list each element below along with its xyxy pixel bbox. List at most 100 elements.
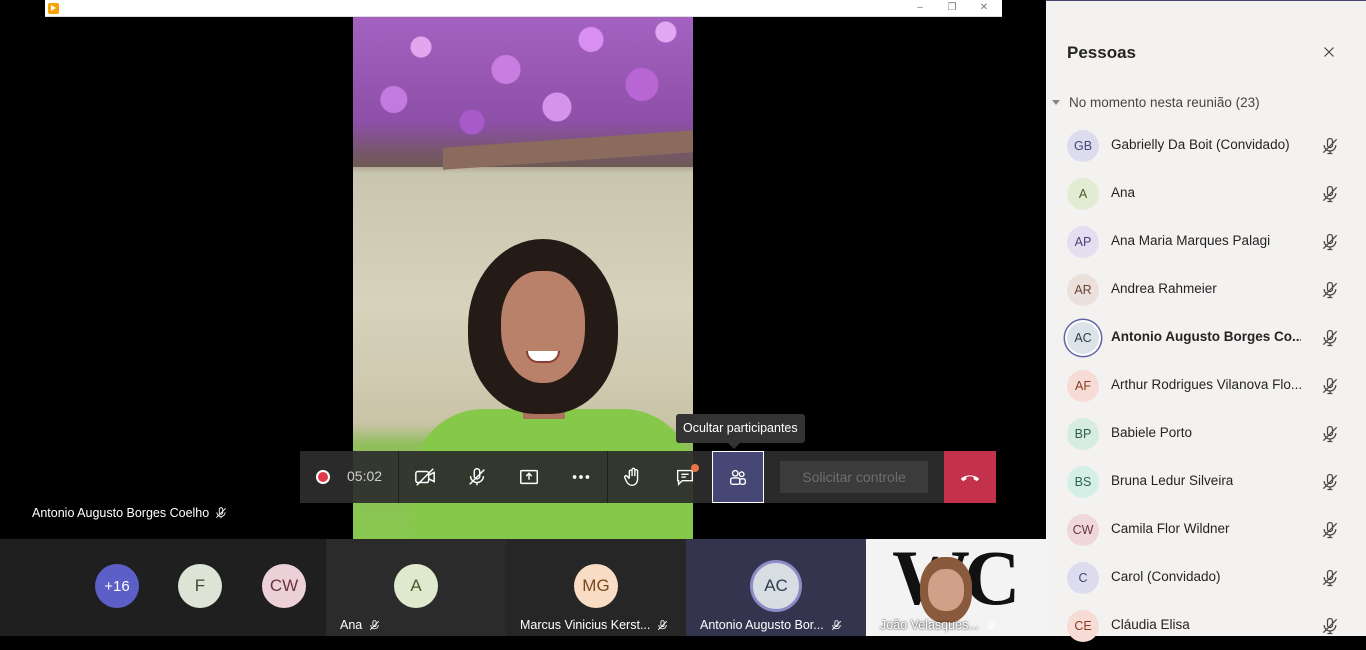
meeting-timer: 05:02 [347, 468, 383, 484]
mic-off-icon [986, 619, 996, 630]
participant-avatar[interactable]: F [178, 564, 222, 608]
hang-up-icon [960, 475, 980, 482]
mic-off-icon[interactable] [1320, 520, 1340, 540]
participant-avatar: AC [750, 560, 802, 612]
participant-name: Arthur Rodrigues Vilanova Flo... [1111, 377, 1301, 392]
more-actions-button[interactable] [555, 451, 607, 503]
mic-off-icon [831, 619, 841, 630]
tooltip: Ocultar participantes [676, 414, 805, 449]
share-screen-button[interactable] [503, 451, 555, 503]
chat-button[interactable] [659, 451, 711, 503]
meeting-stage: – ❐ ✕ Ocultar participantes 05:02 Solici… [0, 0, 1046, 636]
people-panel: Pessoas No momento nesta reunião (23) GB… [1046, 0, 1366, 642]
mic-off-icon[interactable] [1320, 616, 1340, 636]
participant-row[interactable]: A Ana [1046, 170, 1366, 218]
more-icon [572, 475, 590, 479]
mic-off-icon[interactable] [1320, 472, 1340, 492]
mic-off-icon[interactable] [1320, 136, 1340, 156]
show-participants-button[interactable] [712, 451, 764, 503]
close-window-button[interactable]: ✕ [971, 1, 997, 15]
meeting-toolbar: 05:02 Solicitar controle [300, 451, 996, 503]
participant-row[interactable]: CE Cláudia Elisa [1046, 602, 1366, 650]
participant-row[interactable]: AP Ana Maria Marques Palagi [1046, 218, 1366, 266]
participant-avatar: A [394, 564, 438, 608]
mic-off-icon [658, 619, 668, 630]
avatar: BS [1067, 466, 1099, 498]
main-participant-label: Antonio Augusto Borges Coelho [32, 506, 228, 520]
participant-name: Gabrielly Da Boit (Convidado) [1111, 137, 1290, 152]
participant-name: Carol (Convidado) [1111, 569, 1221, 584]
raise-hand-icon [624, 467, 639, 486]
mic-off-icon [469, 468, 485, 486]
avatar: AR [1067, 274, 1099, 306]
participant-row[interactable]: GB Gabrielly Da Boit (Convidado) [1046, 122, 1366, 170]
avatar: CW [1067, 514, 1099, 546]
participant-name: Antonio Augusto Bor... [700, 618, 824, 632]
section-header[interactable]: No momento nesta reunião (23) [1052, 95, 1260, 110]
participant-name: Ana [1111, 185, 1136, 200]
mic-off-icon [370, 619, 380, 630]
participant-video-person [920, 557, 972, 623]
mic-off-icon[interactable] [1320, 280, 1340, 300]
mic-off-icon[interactable] [1320, 184, 1340, 204]
request-control-button[interactable]: Solicitar controle [780, 461, 928, 493]
overflow-participants-button[interactable]: +16 [95, 564, 139, 608]
camera-toggle-button[interactable] [399, 451, 451, 503]
participant-name: Babiele Porto [1111, 425, 1193, 440]
participant-row[interactable]: AC Antonio Augusto Borges Co... [1046, 314, 1366, 362]
record-icon [316, 470, 330, 484]
mic-off-icon[interactable] [1320, 376, 1340, 396]
participant-row[interactable]: BS Bruna Ledur Silveira [1046, 458, 1366, 506]
camera-off-icon [415, 468, 435, 486]
participant-name: Cláudia Elisa [1111, 617, 1190, 632]
avatar: AP [1067, 226, 1099, 258]
participant-strip: +16 F CW A Ana MG Marcus Vinicius Kerst.… [0, 539, 1046, 636]
mic-toggle-button[interactable] [451, 451, 503, 503]
participant-name: Camila Flor Wildner [1111, 521, 1230, 536]
participant-name: Antonio Augusto Borges Co... [1111, 329, 1301, 344]
panel-title: Pessoas [1067, 43, 1136, 62]
participant-name: Andrea Rahmeier [1111, 281, 1217, 296]
participant-row[interactable]: AF Arthur Rodrigues Vilanova Flo... [1046, 362, 1366, 410]
participant-tile-label: Antonio Augusto Bor... [700, 618, 843, 632]
participant-row[interactable]: BP Babiele Porto [1046, 410, 1366, 458]
app-icon [48, 3, 59, 14]
mic-off-icon[interactable] [1320, 328, 1340, 348]
mic-off-icon[interactable] [1320, 424, 1340, 444]
avatar: AF [1067, 370, 1099, 402]
hang-up-button[interactable] [944, 451, 996, 503]
main-participant-name: Antonio Augusto Borges Coelho [32, 506, 210, 520]
mic-off-icon[interactable] [1320, 568, 1340, 588]
avatar: AC [1067, 322, 1099, 354]
participant-row[interactable]: C Carol (Convidado) [1046, 554, 1366, 602]
participant-tile[interactable]: AC Antonio Augusto Bor... [686, 539, 866, 636]
section-label: No momento nesta reunião (23) [1069, 95, 1260, 110]
window-title-bar: – ❐ ✕ [45, 0, 1002, 17]
restore-button[interactable]: ❐ [939, 1, 965, 15]
participants-icon [729, 469, 747, 486]
participant-name: Ana [340, 618, 363, 632]
participant-tile-label: João Velasques... [880, 618, 998, 632]
participant-row[interactable]: CW Camila Flor Wildner [1046, 506, 1366, 554]
raise-hand-button[interactable] [607, 451, 659, 503]
participant-avatar[interactable]: CW [262, 564, 306, 608]
chevron-down-icon [1052, 100, 1060, 105]
avatar: BP [1067, 418, 1099, 450]
mic-off-icon [216, 507, 227, 519]
participant-tile[interactable]: MG Marcus Vinicius Kerst... [506, 539, 686, 636]
participant-tile[interactable]: A Ana [326, 539, 506, 636]
avatar: CE [1067, 610, 1099, 642]
participant-name: João Velasques... [880, 618, 979, 632]
chat-notification-dot [691, 464, 699, 472]
minimize-button[interactable]: – [907, 1, 933, 15]
participant-avatar: MG [574, 564, 618, 608]
avatar: A [1067, 178, 1099, 210]
participant-name: Ana Maria Marques Palagi [1111, 233, 1271, 248]
mic-off-icon[interactable] [1320, 232, 1340, 252]
participant-tile-label: Marcus Vinicius Kerst... [520, 618, 669, 632]
participant-video-tile[interactable]: WC João Velasques... [866, 539, 1046, 636]
close-icon[interactable] [1320, 43, 1338, 61]
participant-name: Marcus Vinicius Kerst... [520, 618, 651, 632]
participant-row[interactable]: AR Andrea Rahmeier [1046, 266, 1366, 314]
avatar: C [1067, 562, 1099, 594]
